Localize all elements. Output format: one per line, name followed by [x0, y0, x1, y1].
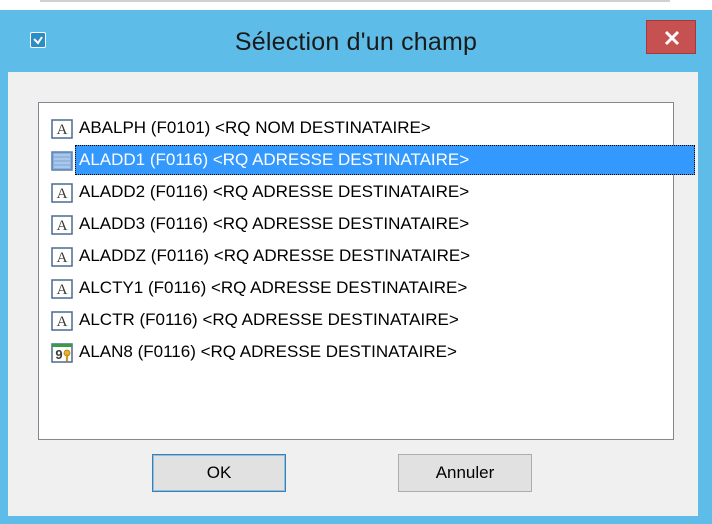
numeric-key-field-icon: 9 — [51, 343, 73, 363]
text-field-icon: A — [51, 247, 73, 267]
text-field-icon — [51, 151, 73, 171]
dialog-title: Sélection d'un champ — [234, 28, 478, 56]
list-item-label: ALADD3 (F0116) <RQ ADRESSE DESTINATAIRE> — [79, 214, 470, 233]
text-field-icon: A — [51, 119, 73, 139]
list-item-label: ALCTR (F0116) <RQ ADRESSE DESTINATAIRE> — [79, 310, 459, 329]
ok-button[interactable]: OK — [152, 454, 286, 492]
cancel-button[interactable]: Annuler — [398, 454, 532, 492]
list-item[interactable]: A ALADDZ (F0116) <RQ ADRESSE DESTINATAIR… — [47, 241, 687, 271]
list-item-label: ALADD1 (F0116) <RQ ADRESSE DESTINATAIRE> — [79, 150, 470, 169]
list-item-label: ALADD2 (F0116) <RQ ADRESSE DESTINATAIRE> — [79, 182, 470, 201]
list-item[interactable]: A ABALPH (F0101) <RQ NOM DESTINATAIRE> — [47, 113, 687, 143]
svg-text:A: A — [57, 282, 68, 298]
list-item-label: ALCTY1 (F0116) <RQ ADRESSE DESTINATAIRE> — [79, 278, 468, 297]
list-item[interactable]: A ALCTY1 (F0116) <RQ ADRESSE DESTINATAIR… — [47, 273, 687, 303]
text-field-icon: A — [51, 311, 73, 331]
list-item[interactable]: A ALCTR (F0116) <RQ ADRESSE DESTINATAIRE… — [47, 305, 687, 335]
list-item-label: ALAN8 (F0116) <RQ ADRESSE DESTINATAIRE> — [79, 342, 457, 361]
list-item[interactable]: A ALADD3 (F0116) <RQ ADRESSE DESTINATAIR… — [47, 209, 687, 239]
background-divider — [40, 0, 670, 6]
svg-text:A: A — [57, 250, 68, 266]
field-selection-dialog: Sélection d'un champ A ABALPH (F0101) <R… — [0, 10, 712, 524]
list-item-label: ALADDZ (F0116) <RQ ADRESSE DESTINATAIRE> — [79, 246, 471, 265]
close-button[interactable] — [646, 20, 696, 54]
title-bar[interactable]: Sélection d'un champ — [0, 10, 712, 80]
text-field-icon: A — [51, 215, 73, 235]
list-item-selected[interactable]: ALADD1 (F0116) <RQ ADRESSE DESTINATAIRE> — [47, 145, 695, 175]
field-list[interactable]: A ABALPH (F0101) <RQ NOM DESTINATAIRE> A… — [38, 102, 695, 440]
svg-text:A: A — [57, 186, 68, 202]
list-item[interactable]: A ALADD2 (F0116) <RQ ADRESSE DESTINATAIR… — [47, 177, 687, 207]
svg-text:A: A — [57, 122, 68, 138]
svg-text:9: 9 — [55, 347, 62, 362]
text-field-icon: A — [51, 279, 73, 299]
text-field-icon: A — [51, 183, 73, 203]
svg-text:A: A — [57, 314, 68, 330]
list-item[interactable]: 9 ALAN8 (F0116) <RQ ADRESSE DESTINATAIRE… — [47, 337, 687, 367]
list-item-label: ABALPH (F0101) <RQ NOM DESTINATAIRE> — [79, 118, 431, 137]
svg-text:A: A — [57, 218, 68, 234]
close-icon — [664, 30, 680, 46]
dialog-body: A ABALPH (F0101) <RQ NOM DESTINATAIRE> A… — [8, 72, 698, 516]
